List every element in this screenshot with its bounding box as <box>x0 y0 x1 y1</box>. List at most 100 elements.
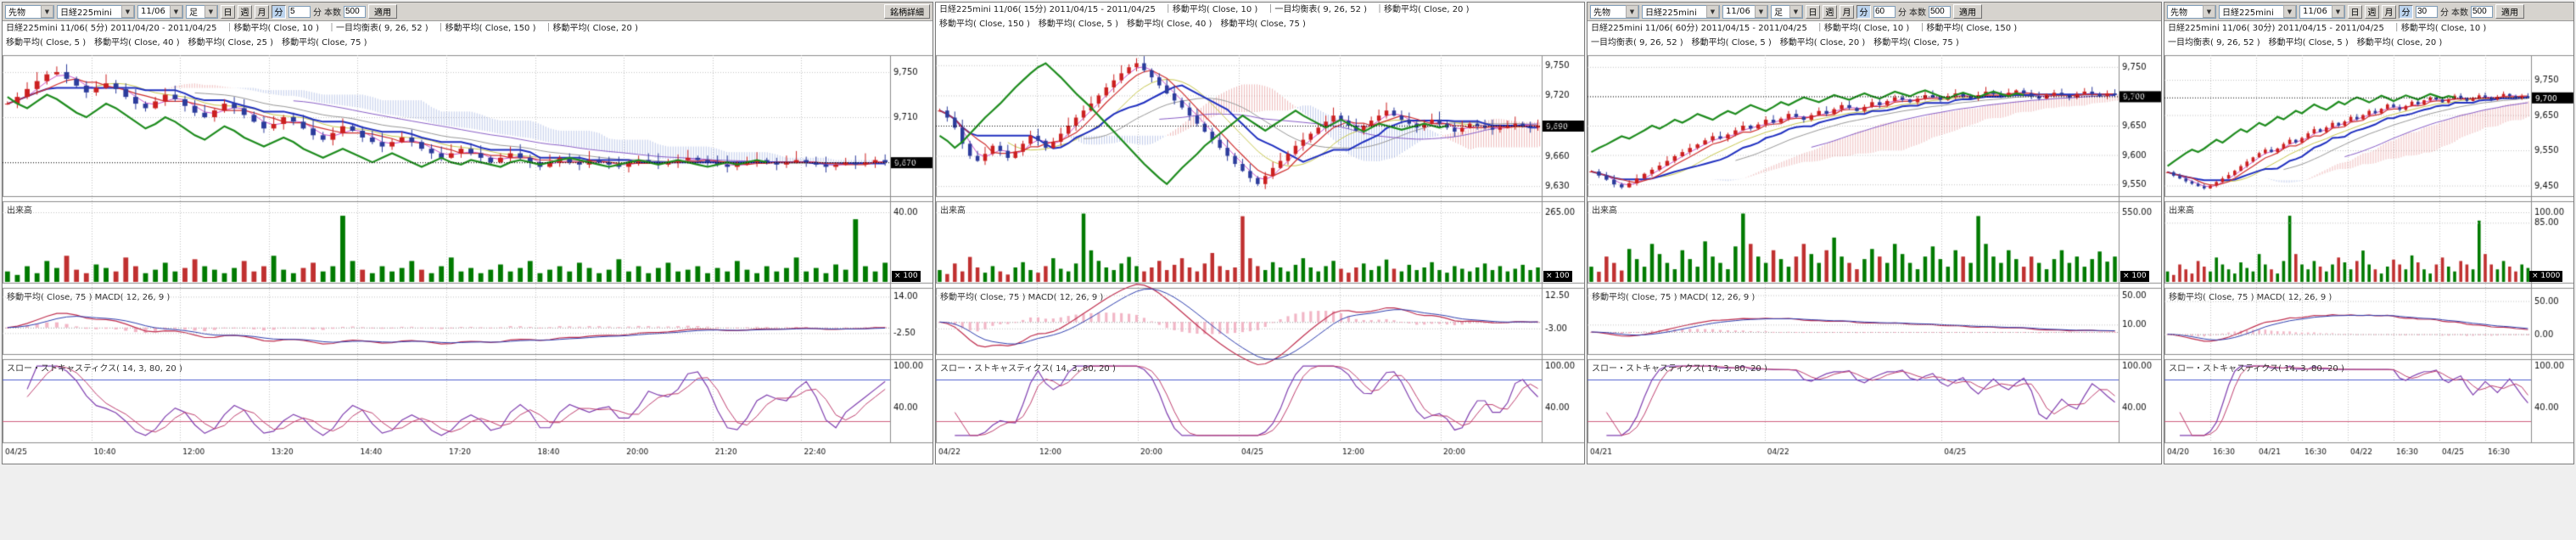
contract-month-select[interactable]: 11/06 ▼ <box>2299 5 2345 19</box>
bars-count-label: 本数 <box>2451 5 2468 18</box>
period-value-input[interactable] <box>2416 6 2438 18</box>
indicator-info-line2: 一目均衡表( 9, 26, 52 ) 移動平均( Close, 5 ) 移動平均… <box>1591 36 2161 50</box>
category-select[interactable]: 先物 ▼ <box>5 5 54 19</box>
dropdown-arrow-icon[interactable]: ▼ <box>41 5 53 18</box>
indicator-info-bar: 日経225mini 11/06( 15分) 2011/04/15 - 2011/… <box>936 3 1584 31</box>
bars-count-label: 本数 <box>1909 5 1926 18</box>
category-select[interactable]: 先物 ▼ <box>1590 5 1639 19</box>
instrument-select[interactable]: 日経225mini ▼ <box>2219 5 2297 19</box>
chart-toolbar: 先物▼ 日経225mini▼ 11/06▼ 足▼ 日 週 月 分 分 本数 適用… <box>3 3 932 21</box>
volume-unit-badge: × 100 <box>892 271 921 282</box>
dropdown-arrow-icon[interactable]: ▼ <box>1626 5 1638 18</box>
volume-section-label: 出来高 <box>940 203 966 216</box>
bars-count-input[interactable] <box>1929 6 1951 18</box>
instrument-select-value: 日経225mini <box>60 5 112 18</box>
period-month-button[interactable]: 月 <box>2382 5 2396 19</box>
indicator-info-bar: 日経225mini 11/06( 30分) 2011/04/15 - 2011/… <box>2164 21 2573 50</box>
dropdown-arrow-icon[interactable]: ▼ <box>1706 5 1719 18</box>
indicator-info-line1: 日経225mini 11/06( 15分) 2011/04/15 - 2011/… <box>939 3 1584 17</box>
chart-panel-4: 先物 ▼ 日経225mini ▼ 11/06 ▼ 日 週 月 分 分 本数 適用 日経… <box>2164 2 2574 464</box>
chart-canvas[interactable] <box>936 35 1585 464</box>
apply-button[interactable]: 適用 <box>1953 4 1982 19</box>
instrument-detail-button[interactable]: 銘柄詳細 <box>884 4 930 19</box>
dropdown-arrow-icon[interactable]: ▼ <box>1755 5 1767 18</box>
trading-charts-workspace: { "icons": { "dropdown": "▼" }, "colors"… <box>0 0 2576 540</box>
chart-panel-1: 先物▼ 日経225mini▼ 11/06▼ 足▼ 日 週 月 分 分 本数 適用… <box>2 2 933 464</box>
volume-section-label: 出来高 <box>7 203 32 216</box>
indicator-info-line1: 日経225mini 11/06( 30分) 2011/04/15 - 2011/… <box>2168 21 2573 36</box>
indicator-info-line2: 移動平均( Close, 5 ) 移動平均( Close, 40 ) 移動平均(… <box>6 36 932 50</box>
apply-button[interactable]: 適用 <box>368 4 397 19</box>
instrument-select[interactable]: 日経225mini ▼ <box>1642 5 1720 19</box>
stochastics-section-label: スロー・ストキャスティクス( 14, 3, 80, 20 ) <box>2169 361 2344 374</box>
bars-count-input[interactable] <box>2471 6 2493 18</box>
chart-panel-2: 日経225mini 11/06( 15分) 2011/04/15 - 2011/… <box>935 2 1585 464</box>
stochastics-section-label: スロー・ストキャスティクス( 14, 3, 80, 20 ) <box>940 361 1116 374</box>
chart-panel-3: 先物▼ 日経225mini▼ 11/06▼ 足▼ 日 週 月 分 分 本数 適用… <box>1587 2 2162 464</box>
chart-toolbar: 先物 ▼ 日経225mini ▼ 11/06 ▼ 日 週 月 分 分 本数 適用 <box>2164 3 2573 21</box>
indicator-info-line2: 移動平均( Close, 150 ) 移動平均( Close, 5 ) 移動平均… <box>939 17 1584 31</box>
instrument-select-value: 日経225mini <box>1645 5 1697 18</box>
period-value-input[interactable] <box>1873 6 1896 18</box>
dropdown-arrow-icon[interactable]: ▼ <box>1789 5 1802 18</box>
contract-month-value: 11/06 <box>141 7 165 16</box>
period-day-button[interactable]: 日 <box>1806 5 1820 19</box>
period-week-button[interactable]: 週 <box>2365 5 2379 19</box>
dropdown-arrow-icon[interactable]: ▼ <box>2332 5 2344 18</box>
category-select-value: 先物 <box>1593 5 1610 18</box>
indicator-info-bar: 日経225mini 11/06( 5分) 2011/04/20 - 2011/0… <box>3 21 932 50</box>
period-minute-button[interactable]: 分 <box>272 5 286 19</box>
period-unit-label: 分 <box>2440 5 2449 18</box>
chart-canvas[interactable] <box>2164 52 2574 464</box>
indicator-info-line1: 日経225mini 11/06( 5分) 2011/04/20 - 2011/0… <box>6 21 932 36</box>
dropdown-arrow-icon[interactable]: ▼ <box>121 5 134 18</box>
bar-type-select[interactable]: 足▼ <box>1771 5 1803 19</box>
category-select[interactable]: 先物 ▼ <box>2167 5 2216 19</box>
volume-unit-badge: × 100 <box>1543 271 1572 282</box>
chart-canvas[interactable] <box>3 52 933 464</box>
instrument-select[interactable]: 日経225mini ▼ <box>57 5 135 19</box>
indicator-info-line2: 一目均衡表( 9, 26, 52 ) 移動平均( Close, 5 ) 移動平均… <box>2168 36 2573 50</box>
volume-unit-badge: × 1000 <box>2529 271 2562 282</box>
contract-month-value: 11/06 <box>2303 7 2327 16</box>
period-week-button[interactable]: 週 <box>238 5 252 19</box>
period-value-input[interactable] <box>288 6 311 18</box>
period-week-button[interactable]: 週 <box>1823 5 1837 19</box>
period-day-button[interactable]: 日 <box>221 5 235 19</box>
macd-section-label: 移動平均( Close, 75 ) MACD( 12, 26, 9 ) <box>2169 290 2332 302</box>
dropdown-arrow-icon[interactable]: ▼ <box>2283 5 2296 18</box>
period-unit-label: 分 <box>313 5 322 18</box>
apply-button[interactable]: 適用 <box>2495 4 2524 19</box>
period-month-button[interactable]: 月 <box>1840 5 1854 19</box>
instrument-select-value: 日経225mini <box>2222 5 2274 18</box>
category-select-value: 先物 <box>8 5 25 18</box>
period-minute-button[interactable]: 分 <box>1856 5 1871 19</box>
volume-unit-badge: × 100 <box>2120 271 2149 282</box>
stochastics-section-label: スロー・ストキャスティクス( 14, 3, 80, 20 ) <box>7 361 182 374</box>
macd-section-label: 移動平均( Close, 75 ) MACD( 12, 26, 9 ) <box>940 290 1103 302</box>
macd-section-label: 移動平均( Close, 75 ) MACD( 12, 26, 9 ) <box>1592 290 1755 302</box>
bar-type-select[interactable]: 足▼ <box>186 5 218 19</box>
dropdown-arrow-icon[interactable]: ▼ <box>204 5 217 18</box>
chart-canvas[interactable] <box>1588 52 2162 464</box>
indicator-info-line1: 日経225mini 11/06( 60分) 2011/04/15 - 2011/… <box>1591 21 2161 36</box>
bar-type-value: 足 <box>1774 5 1783 18</box>
period-unit-label: 分 <box>1898 5 1907 18</box>
dropdown-arrow-icon[interactable]: ▼ <box>2203 5 2215 18</box>
bars-count-label: 本数 <box>324 5 341 18</box>
period-day-button[interactable]: 日 <box>2348 5 2362 19</box>
volume-section-label: 出来高 <box>1592 203 1617 216</box>
contract-month-value: 11/06 <box>1726 7 1750 16</box>
bars-count-input[interactable] <box>344 6 366 18</box>
contract-month-select[interactable]: 11/06 ▼ <box>1722 5 1768 19</box>
chart-toolbar: 先物▼ 日経225mini▼ 11/06▼ 足▼ 日 週 月 分 分 本数 適用 <box>1588 3 2161 21</box>
macd-section-label: 移動平均( Close, 75 ) MACD( 12, 26, 9 ) <box>7 290 170 302</box>
period-month-button[interactable]: 月 <box>255 5 269 19</box>
indicator-info-bar: 日経225mini 11/06( 60分) 2011/04/15 - 2011/… <box>1588 21 2161 50</box>
contract-month-select[interactable]: 11/06 ▼ <box>137 5 183 19</box>
period-minute-button[interactable]: 分 <box>2399 5 2413 19</box>
bar-type-value: 足 <box>189 5 198 18</box>
dropdown-arrow-icon[interactable]: ▼ <box>170 5 182 18</box>
stochastics-section-label: スロー・ストキャスティクス( 14, 3, 80, 20 ) <box>1592 361 1767 374</box>
category-select-value: 先物 <box>2170 5 2187 18</box>
